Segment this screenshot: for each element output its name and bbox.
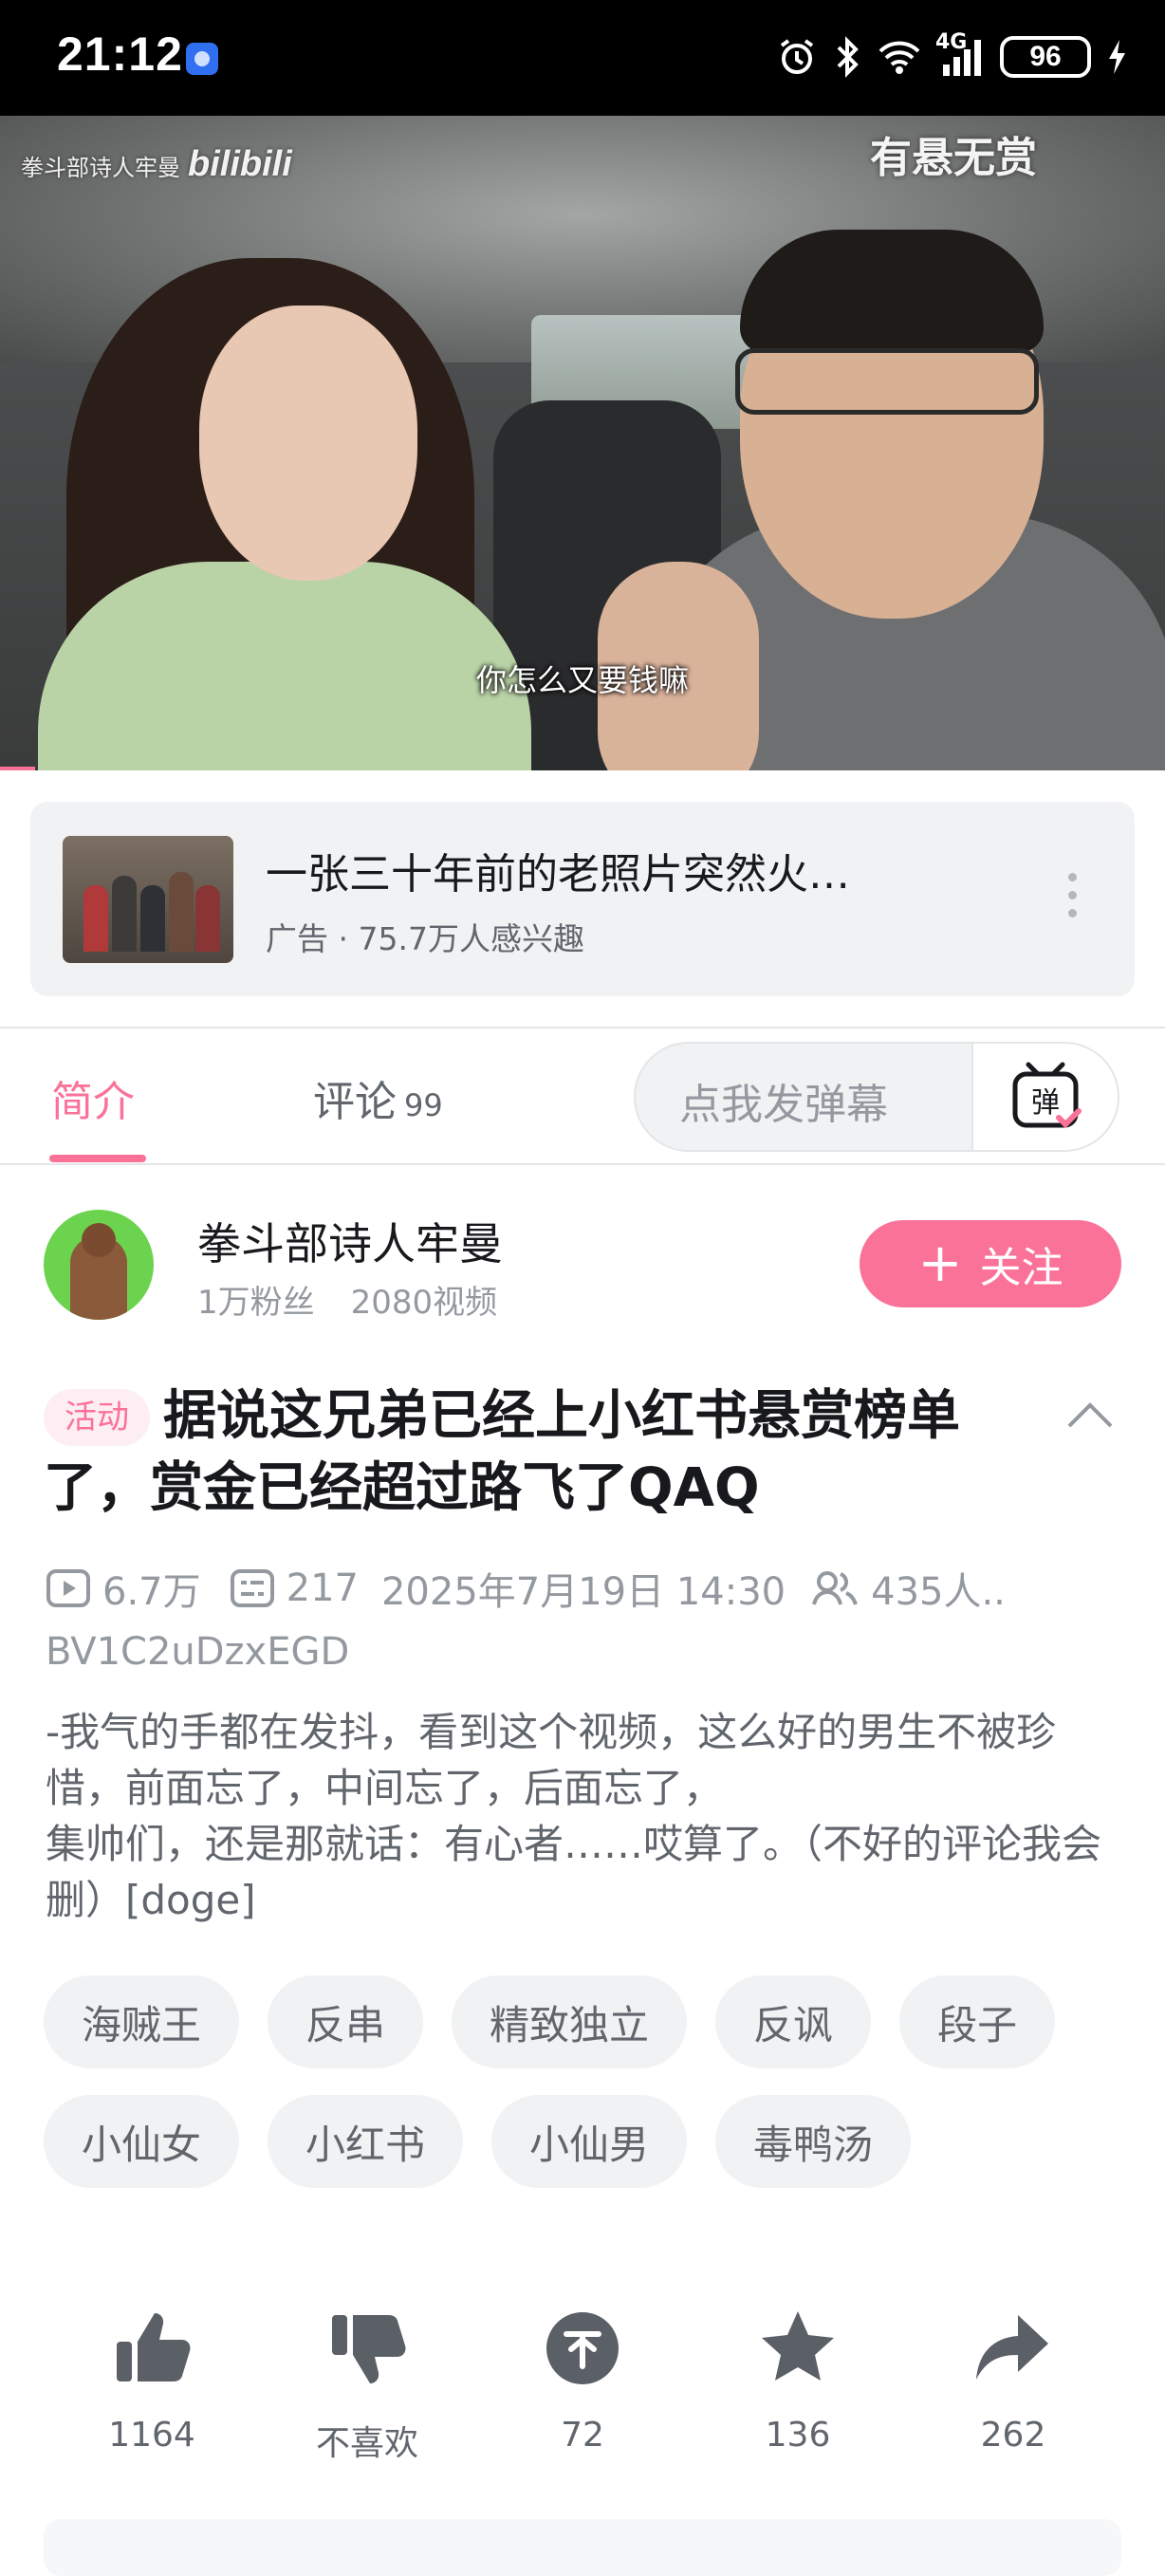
play-count-icon [46,1569,90,1607]
tag-chip[interactable]: 段子 [899,1975,1056,2068]
tab-comments[interactable]: 评论 99 [313,1067,443,1128]
dislike-label: 不喜欢 [315,2424,418,2463]
network-type: 4G [935,30,968,54]
uploader-followers: 1万粉丝 [197,1284,315,1322]
activity-badge[interactable]: 活动 [44,1389,150,1446]
danmaku-toggle-button[interactable]: 弹 [971,1044,1118,1150]
danmaku-icon-text: 弹 [1031,1086,1060,1120]
video-watermark: 拳斗部诗人牢曼 bilibili [21,144,292,185]
video-frame-face-left [199,306,417,581]
share-count: 262 [980,2416,1046,2455]
bvid[interactable]: BV1C2uDzxEGD [46,1630,349,1674]
tab-active-indicator [49,1155,146,1162]
tag-chip[interactable]: 小仙男 [491,2095,688,2188]
tag-chip[interactable]: 精致独立 [452,1975,688,2068]
follow-label: 关注 [979,1244,1063,1292]
bluetooth-icon [837,36,859,78]
video-progress-bar[interactable] [0,767,35,770]
share-button[interactable]: 262 [928,2306,1099,2465]
uploader-avatar[interactable] [44,1210,154,1320]
video-frame-glasses [735,348,1039,415]
danmaku-input[interactable]: 点我发弹幕 [679,1070,888,1131]
status-icons: 4G 96 [776,28,1127,85]
video-description: -我气的手都在发抖，看到这个视频，这么好的男生不被珍惜，前面忘了，中间忘了，后面… [46,1709,1102,1923]
tag-chip[interactable]: 反讽 [715,1975,872,2068]
action-bar: 1164 不喜欢 72 136 262 [66,2306,1099,2465]
thumbs-down-icon [332,2315,406,2383]
comments-count: 99 [404,1087,443,1123]
danmaku-count: 217 [286,1566,359,1610]
chevron-up-icon[interactable] [1065,1398,1115,1430]
tag-chip[interactable]: 海贼王 [44,1975,240,2068]
plus-icon: + [917,1232,963,1294]
status-bar: 21:12 4G 96 [0,0,1165,116]
video-frame-hair [740,230,1044,353]
battery-level: 96 [1029,41,1062,72]
like-button[interactable]: 1164 [66,2306,237,2465]
watermark-brand: bilibili [188,144,292,184]
video-meta: 6.7万 217 2025年7月19日 14:30 435人.. [46,1561,1006,1616]
share-arrow-icon [976,2315,1048,2380]
coin-count: 72 [561,2416,604,2455]
like-count: 1164 [108,2416,195,2455]
app-notification-icon [186,43,218,75]
next-section-card[interactable] [44,2519,1121,2576]
ad-card[interactable]: 一张三十年前的老照片突然火… 广告 · 75.7万人感兴趣 [30,802,1135,996]
coin-button[interactable]: 72 [497,2306,668,2465]
watermark-author: 拳斗部诗人牢曼 [21,155,180,181]
divider [0,1027,1165,1029]
video-player[interactable]: 拳斗部诗人牢曼 bilibili 有悬无赏 你怎么又要钱嘛 [0,116,1165,770]
tab-comments-label: 评论 [313,1078,397,1126]
uploader-name[interactable]: 拳斗部诗人牢曼 [197,1210,503,1272]
video-overlay-title: 有悬无赏 [870,134,1037,182]
tag-chip[interactable]: 小仙女 [44,2095,240,2188]
watching-people-icon [812,1571,859,1605]
follow-button[interactable]: + 关注 [860,1220,1121,1307]
alarm-icon [780,39,814,74]
cellular-signal-icon: 4G [935,30,985,78]
ad-title: 一张三十年前的老照片突然火… [266,850,850,899]
status-time: 21:12 [57,28,183,81]
ad-thumbnail [63,836,233,963]
tag-chip[interactable]: 小红书 [268,2095,464,2188]
more-options-icon[interactable] [1066,873,1078,926]
battery-indicator: 96 [1000,36,1091,78]
wifi-icon [878,41,920,74]
danmaku-input-box[interactable]: 点我发弹幕 弹 [634,1042,1119,1152]
star-icon [762,2311,834,2381]
charging-icon [1109,40,1125,74]
publish-date: 2025年7月19日 14:30 [380,1570,786,1614]
watching-count: 435人.. [871,1570,1006,1614]
ad-meta: 广告 · 75.7万人感兴趣 [266,920,584,957]
favorite-count: 136 [765,2416,831,2455]
tag-chip[interactable]: 毒鸭汤 [715,2095,912,2188]
danmaku-tv-icon: 弹 [1012,1062,1082,1129]
tag-list: 海贼王 反串 精致独立 反讽 段子 小仙女 小红书 小仙男 毒鸭汤 [44,1975,1135,2215]
coin-icon [546,2312,619,2384]
video-title: 据说这兄弟已经上小红书悬赏榜单了，赏金已经超过路飞了QAQ [44,1385,960,1519]
divider [0,1163,1165,1165]
dislike-button[interactable]: 不喜欢 [282,2306,453,2465]
view-count: 6.7万 [102,1570,201,1614]
tag-chip[interactable]: 反串 [268,1975,424,2068]
uploader-videos: 2080视频 [350,1284,498,1322]
uploader-stats: 1万粉丝 2080视频 [197,1276,497,1323]
tab-intro[interactable]: 简介 [51,1067,135,1128]
video-subtitle: 你怎么又要钱嘛 [475,662,689,698]
favorite-button[interactable]: 136 [712,2306,883,2465]
danmaku-count-icon [230,1569,274,1607]
video-title-block: 活动 据说这兄弟已经上小红书悬赏榜单了，赏金已经超过路飞了QAQ [44,1381,1040,1525]
thumbs-up-icon [117,2313,191,2381]
